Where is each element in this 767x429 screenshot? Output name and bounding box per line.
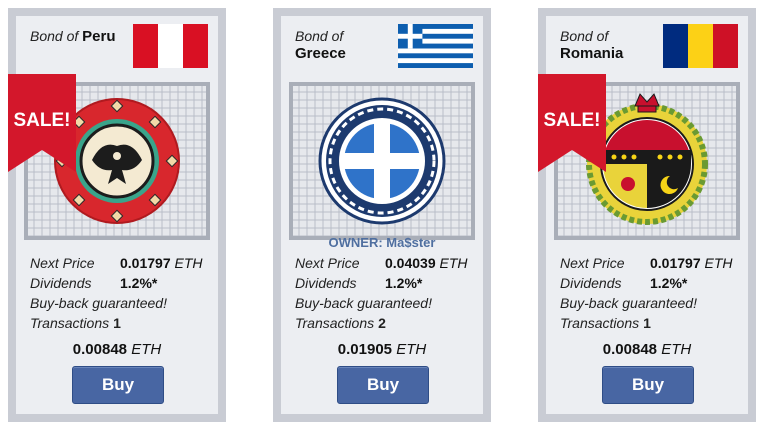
- buy-button[interactable]: Buy: [337, 366, 429, 404]
- card-body: Bond of Greece OWNER: Ma$ster Next Price…: [281, 16, 483, 414]
- bond-card-peru: Bond of Peru SALE! Next Price 0.01797 ET…: [8, 8, 226, 422]
- buy-button[interactable]: Buy: [602, 366, 694, 404]
- next-price-value: 0.01797: [120, 255, 171, 271]
- bond-of-label: Bond of: [560, 28, 609, 44]
- transactions-label: Transactions: [30, 315, 110, 331]
- transactions-value: 1: [643, 315, 651, 331]
- bond-card-greece: Bond of Greece OWNER: Ma$ster Next Price…: [273, 8, 491, 422]
- greece-emblem-icon: [289, 82, 475, 240]
- next-price-value: 0.01797: [650, 255, 701, 271]
- next-price-value: 0.04039: [385, 255, 436, 271]
- owner-label: OWNER: Ma$ster: [328, 235, 436, 250]
- country-name: Greece: [295, 45, 346, 62]
- next-price-unit: ETH: [704, 255, 733, 271]
- buy-button[interactable]: Buy: [72, 366, 164, 404]
- transactions-value: 2: [378, 315, 386, 331]
- next-price-label: Next Price: [560, 255, 625, 271]
- bond-of-label: Bond of: [295, 28, 344, 44]
- next-price-row: Next Price 0.04039 ETH: [295, 255, 468, 271]
- bond-of-label: Bond of: [30, 28, 79, 44]
- price-value: 0.01905: [337, 341, 393, 358]
- buyback-text: Buy-back guaranteed!: [560, 295, 697, 311]
- card-title: Bond of Greece: [295, 28, 346, 62]
- sale-label: SALE!: [544, 110, 601, 131]
- price-unit: ETH: [661, 341, 692, 358]
- next-price-row: Next Price 0.01797 ETH: [30, 255, 203, 271]
- dividends-label: Dividends: [560, 275, 622, 291]
- current-price: 0.00848 ETH: [16, 341, 218, 358]
- country-name: Peru: [82, 28, 116, 45]
- next-price-unit: ETH: [439, 255, 468, 271]
- sale-ribbon-icon: SALE!: [8, 74, 76, 172]
- next-price-row: Next Price 0.01797 ETH: [560, 255, 733, 271]
- dividends-value: 1.2%*: [385, 275, 423, 291]
- price-value: 0.00848: [72, 341, 128, 358]
- price-value: 0.00848: [602, 341, 658, 358]
- next-price-label: Next Price: [295, 255, 360, 271]
- dividends-value: 1.2%*: [120, 275, 158, 291]
- card-title: Bond of Romania: [560, 28, 623, 62]
- romania-flag-icon: [663, 24, 738, 68]
- dividends-row: Dividends 1.2%*: [30, 275, 157, 291]
- transactions-row: Transactions 1: [30, 315, 121, 331]
- country-name: Romania: [560, 45, 624, 62]
- transactions-row: Transactions 1: [560, 315, 651, 331]
- dividends-row: Dividends 1.2%*: [295, 275, 422, 291]
- next-price-label: Next Price: [30, 255, 95, 271]
- peru-flag-icon: [133, 24, 208, 68]
- card-body: Bond of Romania SALE! Next Price 0.01797…: [538, 16, 748, 414]
- transactions-value: 1: [113, 315, 121, 331]
- current-price: 0.00848 ETH: [546, 341, 748, 358]
- dividends-value: 1.2%*: [650, 275, 688, 291]
- price-unit: ETH: [396, 341, 427, 358]
- card-title: Bond of Peru: [30, 28, 116, 45]
- transactions-label: Transactions: [560, 315, 640, 331]
- sale-ribbon-icon: SALE!: [538, 74, 606, 172]
- dividends-label: Dividends: [295, 275, 357, 291]
- current-price: 0.01905 ETH: [281, 341, 483, 358]
- dividends-label: Dividends: [30, 275, 92, 291]
- next-price-unit: ETH: [174, 255, 203, 271]
- bond-card-romania: Bond of Romania SALE! Next Price 0.01797…: [538, 8, 756, 422]
- sale-label: SALE!: [14, 110, 71, 131]
- buyback-text: Buy-back guaranteed!: [30, 295, 167, 311]
- transactions-label: Transactions: [295, 315, 375, 331]
- price-unit: ETH: [131, 341, 162, 358]
- dividends-row: Dividends 1.2%*: [560, 275, 687, 291]
- buyback-text: Buy-back guaranteed!: [295, 295, 432, 311]
- card-body: Bond of Peru SALE! Next Price 0.01797 ET…: [8, 16, 218, 414]
- greece-flag-icon: [398, 24, 473, 68]
- transactions-row: Transactions 2: [295, 315, 386, 331]
